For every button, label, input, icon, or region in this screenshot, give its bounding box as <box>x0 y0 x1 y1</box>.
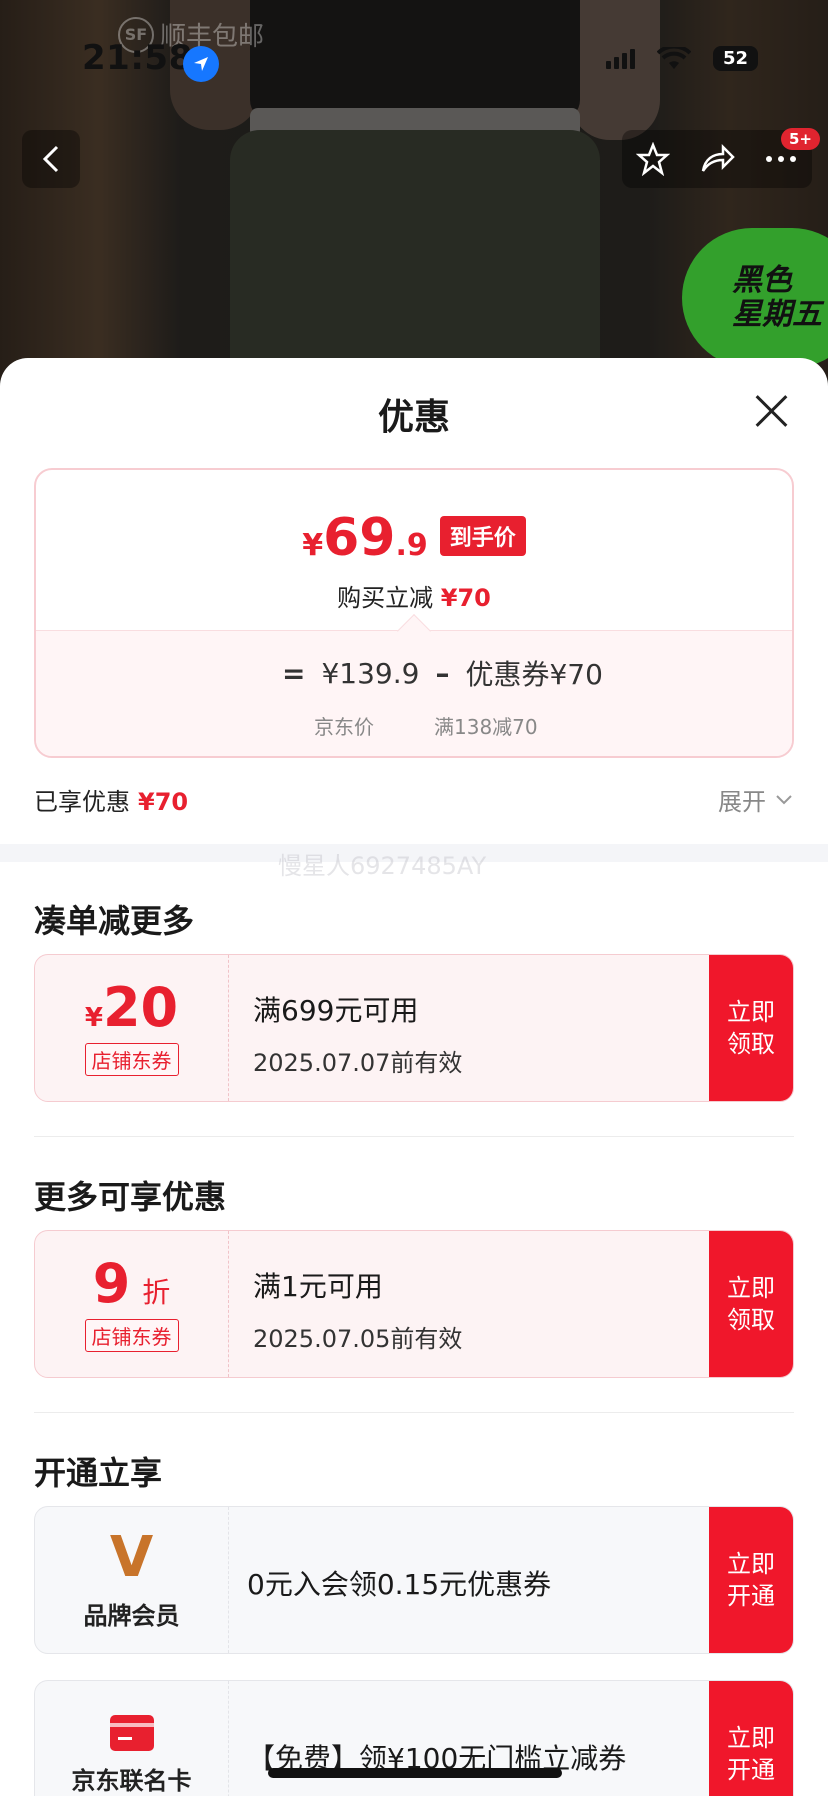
coupon-amount: ¥ 20 <box>84 975 179 1039</box>
brand-member-v-icon: V <box>109 1524 154 1590</box>
jd-card-label: 京东联名卡 <box>71 1767 192 1795</box>
message-badge: 5+ <box>780 128 820 150</box>
coupon-type-tag: 店铺东券 <box>84 1042 179 1076</box>
join-member-button[interactable]: 立即开通 <box>709 1507 793 1653</box>
section-title-open-enjoy: 开通立享 <box>34 1454 163 1492</box>
brand-member-offer: 0元入会领0.15元优惠券 <box>247 1568 552 1601</box>
wifi-icon <box>656 46 691 69</box>
coupon-expiry: 2025.07.05前有效 <box>253 1325 463 1353</box>
chevron-down-icon <box>776 794 792 804</box>
instant-reduction: 购买立减 ¥70 <box>337 584 491 612</box>
price-formula: = ¥139.9 – 优惠券¥70 <box>266 653 603 693</box>
more-icon[interactable] <box>764 154 798 164</box>
chevron-left-icon <box>42 145 59 173</box>
claim-coupon-button[interactable]: 立即领取 <box>709 955 793 1101</box>
coupon-card: 9 折 店铺东券 满1元可用 2025.07.05前有效 立即领取 <box>34 1230 794 1378</box>
jd-cobrand-card: 京东联名卡 【免费】领¥100无门槛立减券 立即开通 <box>34 1680 794 1796</box>
price-breakdown: = ¥139.9 – 优惠券¥70 京东价 满138减70 <box>36 614 792 756</box>
sheet-title: 优惠 <box>377 397 450 438</box>
price-decimal: .9 <box>395 528 428 563</box>
final-price-tag: 到手价 <box>439 516 526 556</box>
expand-toggle[interactable]: 展开 <box>718 782 792 817</box>
star-icon[interactable] <box>636 142 671 176</box>
coupon-amount: 9 折 <box>92 1251 171 1315</box>
final-price: ¥ 69 .9 到手价 <box>36 508 792 568</box>
discount-sheet: 优惠 ¥ 69 .9 到手价 购买立减 ¥70 = ¥139.9 – 优惠券¥7… <box>0 358 828 1796</box>
final-price-card: ¥ 69 .9 到手价 购买立减 ¥70 = ¥139.9 – 优惠券¥70 京… <box>34 468 794 758</box>
coupon-condition: 满1元可用 <box>253 1270 383 1303</box>
claim-coupon-button[interactable]: 立即领取 <box>709 1231 793 1377</box>
open-card-button[interactable]: 立即开通 <box>709 1681 793 1796</box>
share-icon[interactable] <box>699 143 735 175</box>
battery-indicator: 52 <box>712 46 758 71</box>
black-friday-badge: 黑色 星期五 <box>682 228 828 368</box>
promo-line-1: 黑色 <box>732 262 792 298</box>
status-icons: 52 <box>605 46 758 71</box>
brand-member-label: 品牌会员 <box>83 1601 180 1630</box>
coupon-expiry: 2025.07.07前有效 <box>253 1049 463 1077</box>
coupon-condition: 满138减70 <box>434 715 538 739</box>
coupon-type-tag: 店铺东券 <box>84 1318 179 1352</box>
user-watermark: 慢星人6927485AY <box>278 852 487 880</box>
section-title-more-offers: 更多可享优惠 <box>34 1178 227 1216</box>
enjoyed-value: ¥70 <box>138 788 189 816</box>
coupon-condition: 满699元可用 <box>253 994 419 1027</box>
section-title-more-discount: 凑单减更多 <box>34 902 195 940</box>
home-indicator <box>268 1768 562 1778</box>
status-time: 21:58 <box>82 38 193 78</box>
promo-line-2: 星期五 <box>732 297 822 332</box>
credit-card-icon <box>109 1715 154 1751</box>
jd-price-label: 京东价 <box>314 715 374 739</box>
jd-price: ¥139.9 <box>321 656 420 690</box>
signal-icon <box>605 48 635 69</box>
location-arrow-icon <box>183 46 219 82</box>
reduction-value: ¥70 <box>440 584 491 612</box>
brand-member-card: V 品牌会员 0元入会领0.15元优惠券 立即开通 <box>34 1506 794 1654</box>
back-button[interactable] <box>22 130 80 188</box>
close-icon[interactable] <box>754 394 788 428</box>
coupon-deduction: 优惠券¥70 <box>465 658 603 691</box>
enjoyed-discount: 已享优惠 ¥70 <box>34 788 189 816</box>
coupon-card: ¥ 20 店铺东券 满699元可用 2025.07.07前有效 立即领取 <box>34 954 794 1102</box>
price-integer: 69 <box>323 508 396 568</box>
